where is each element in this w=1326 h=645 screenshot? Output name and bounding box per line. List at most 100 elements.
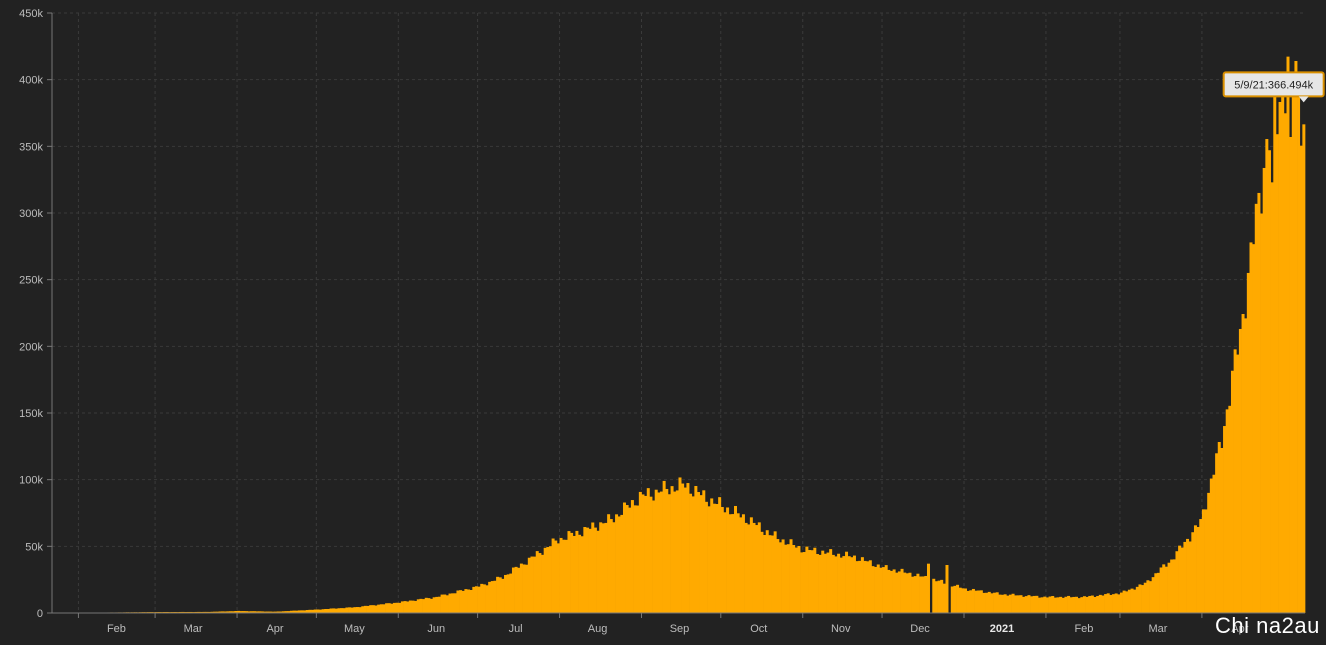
bar bbox=[951, 587, 954, 613]
bar bbox=[631, 500, 634, 613]
bar bbox=[1191, 532, 1194, 613]
bar bbox=[520, 564, 523, 613]
bar bbox=[1004, 594, 1007, 613]
bar bbox=[1294, 61, 1297, 613]
bar bbox=[1086, 597, 1089, 613]
bar bbox=[964, 589, 967, 614]
bar bbox=[1263, 168, 1266, 613]
bar bbox=[1030, 596, 1033, 613]
bar bbox=[1027, 595, 1030, 613]
bar bbox=[509, 574, 512, 613]
bar bbox=[689, 494, 692, 613]
bar bbox=[377, 605, 380, 613]
bar bbox=[449, 594, 452, 613]
bar bbox=[710, 498, 713, 613]
bar bbox=[657, 492, 660, 613]
bar bbox=[623, 503, 626, 613]
bar bbox=[628, 508, 631, 613]
bar bbox=[811, 550, 814, 613]
bar bbox=[890, 571, 893, 613]
bar bbox=[819, 555, 822, 613]
bar bbox=[372, 605, 375, 613]
bar bbox=[681, 484, 684, 613]
bar bbox=[1249, 242, 1252, 613]
bar bbox=[382, 604, 385, 613]
bar bbox=[945, 565, 948, 613]
bar bbox=[803, 552, 806, 613]
bar bbox=[578, 535, 581, 613]
bar bbox=[842, 556, 845, 613]
bar bbox=[1096, 596, 1099, 613]
bar bbox=[652, 501, 655, 614]
bar bbox=[351, 608, 354, 613]
bar bbox=[914, 576, 917, 613]
bar bbox=[488, 582, 491, 613]
bar bbox=[1072, 597, 1075, 613]
bar bbox=[676, 490, 679, 613]
bar bbox=[367, 606, 370, 613]
bar bbox=[821, 551, 824, 613]
bar bbox=[1194, 525, 1197, 613]
bar bbox=[721, 507, 724, 613]
bar bbox=[1162, 564, 1165, 613]
bar bbox=[1123, 591, 1126, 613]
bar bbox=[1247, 273, 1250, 613]
x-tick-label: Mar bbox=[1148, 623, 1167, 635]
bar bbox=[1094, 597, 1097, 613]
bar bbox=[864, 561, 867, 613]
bar bbox=[1101, 596, 1104, 613]
bar bbox=[544, 548, 547, 613]
bar bbox=[620, 515, 623, 613]
bar bbox=[829, 549, 832, 613]
bar bbox=[467, 590, 470, 614]
bar bbox=[536, 551, 539, 613]
bar bbox=[1120, 593, 1123, 613]
bar bbox=[464, 589, 467, 613]
bar bbox=[927, 564, 930, 613]
bar bbox=[1080, 597, 1083, 613]
bar bbox=[996, 592, 999, 613]
bar bbox=[319, 610, 322, 613]
bar bbox=[726, 507, 729, 613]
bar bbox=[1083, 596, 1086, 613]
bar bbox=[776, 539, 779, 613]
bar bbox=[636, 506, 639, 613]
bar bbox=[663, 481, 666, 613]
bar bbox=[800, 552, 803, 613]
bar bbox=[1215, 453, 1218, 613]
bar bbox=[412, 601, 415, 613]
x-tick-label: Feb bbox=[1074, 623, 1093, 635]
bar bbox=[1205, 509, 1208, 613]
bar bbox=[716, 504, 719, 613]
bar bbox=[832, 555, 835, 613]
bar bbox=[858, 561, 861, 613]
bar bbox=[702, 490, 705, 613]
bar bbox=[723, 512, 726, 613]
bar bbox=[1107, 593, 1110, 613]
bar bbox=[1091, 596, 1094, 613]
x-tick-label: Oct bbox=[750, 623, 767, 635]
bar bbox=[763, 535, 766, 613]
bar bbox=[1186, 539, 1189, 613]
bar bbox=[840, 558, 843, 613]
y-tick-label: 250k bbox=[19, 275, 43, 287]
bar bbox=[430, 599, 433, 613]
bar bbox=[1287, 57, 1290, 613]
bar bbox=[1136, 587, 1139, 613]
bar bbox=[393, 603, 396, 613]
bar bbox=[790, 539, 793, 613]
x-tick-label: May bbox=[344, 623, 365, 635]
bar bbox=[1242, 314, 1245, 613]
bar bbox=[665, 489, 668, 613]
bar bbox=[869, 560, 872, 613]
bar bbox=[940, 580, 943, 613]
bar bbox=[972, 589, 975, 613]
bar bbox=[893, 569, 896, 613]
y-tick-label: 50k bbox=[25, 541, 43, 553]
bar bbox=[922, 576, 925, 613]
bar bbox=[866, 561, 869, 613]
bar bbox=[538, 553, 541, 613]
bar bbox=[1062, 598, 1065, 613]
bar bbox=[1022, 597, 1025, 613]
chart-svg: 050k100k150k200k250k300k350k400k450kFebM… bbox=[0, 0, 1326, 640]
